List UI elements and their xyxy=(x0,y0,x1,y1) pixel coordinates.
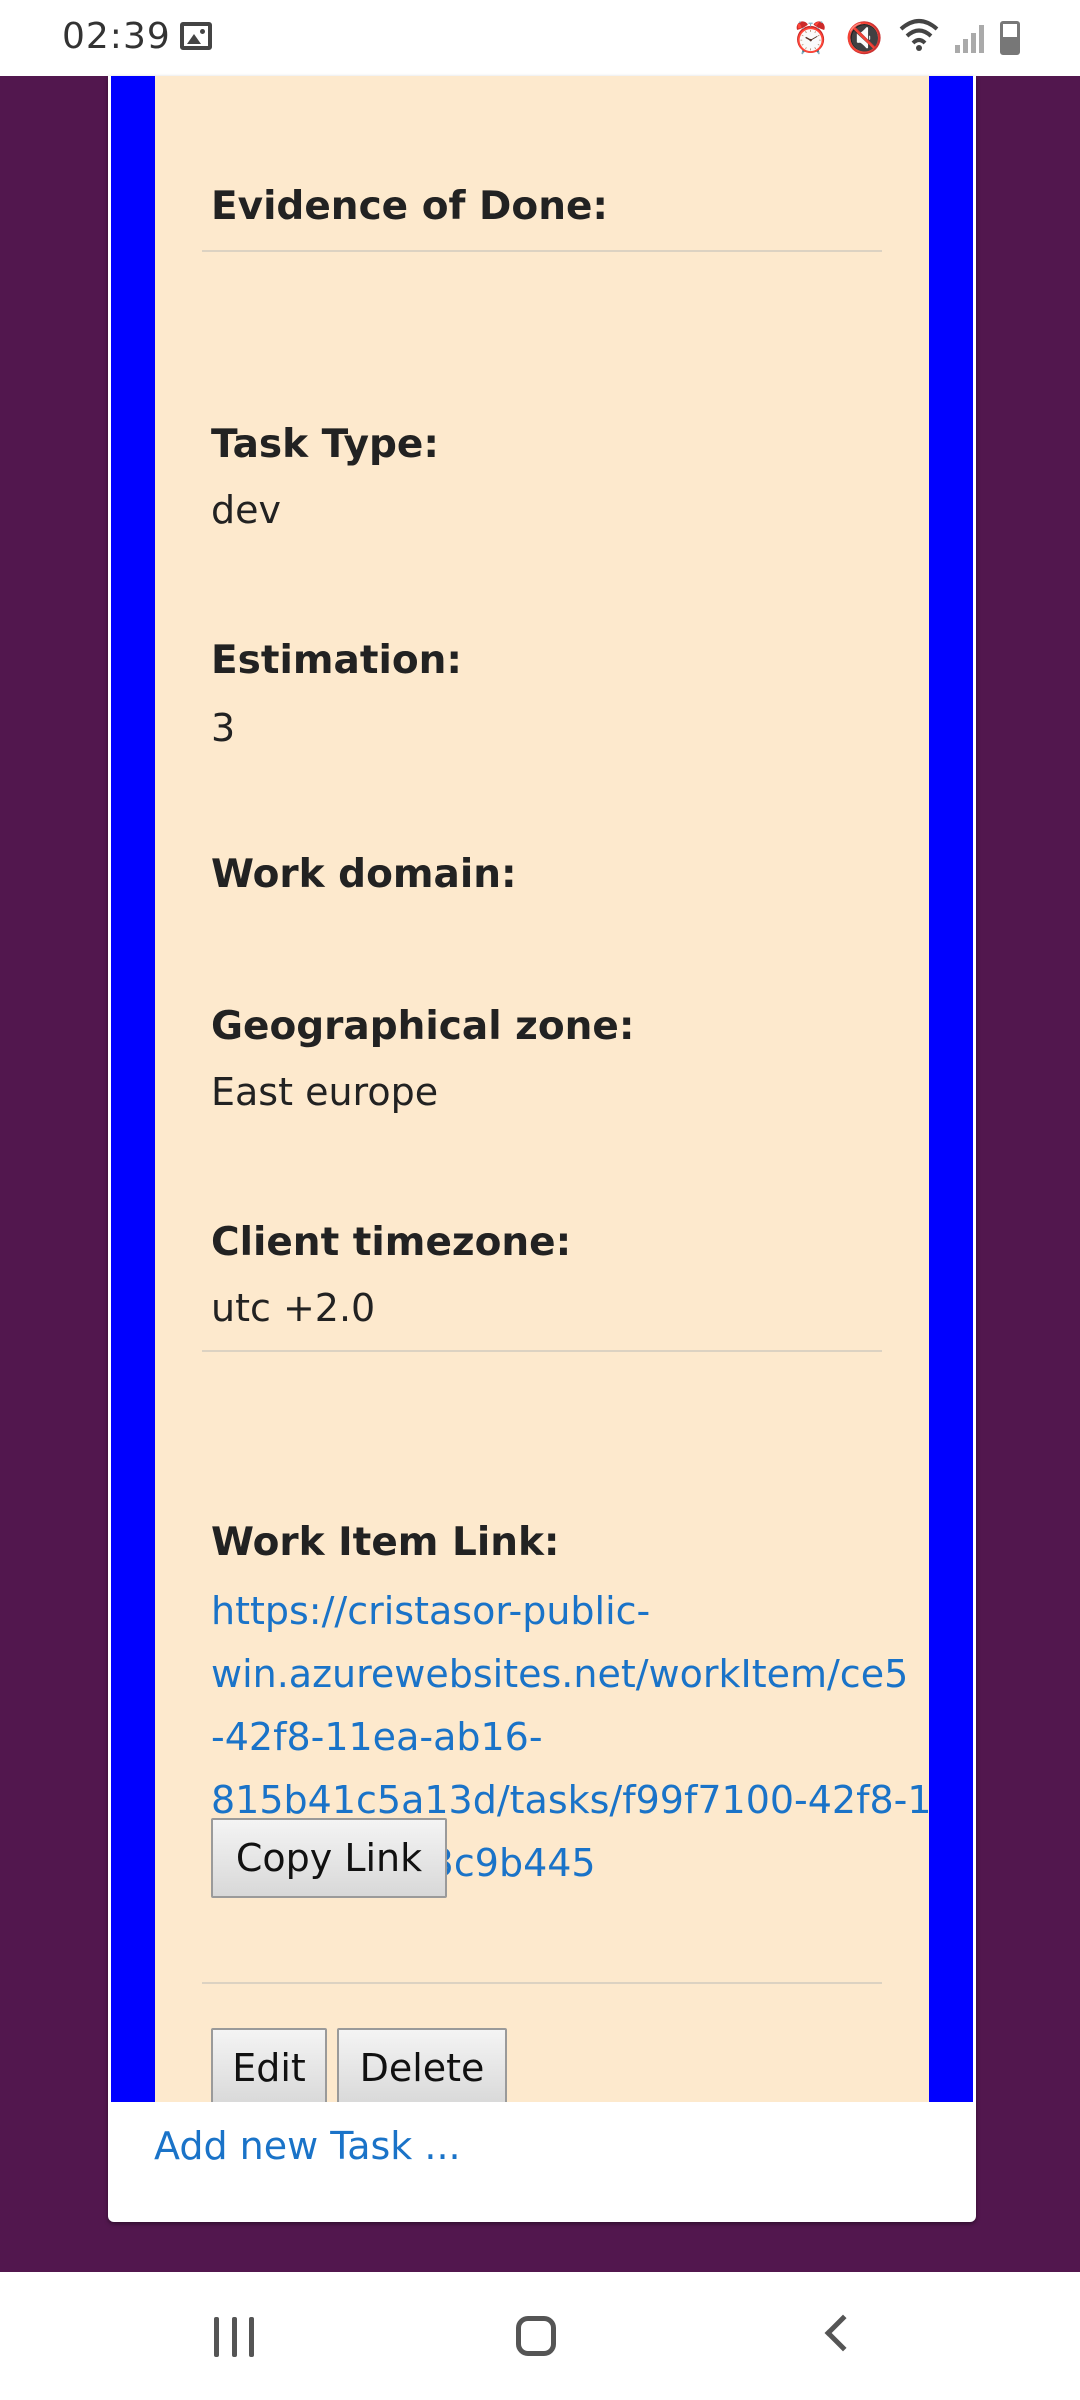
copy-link-button[interactable]: Copy Link xyxy=(211,1818,447,1898)
navigation-bar xyxy=(0,2272,1080,2400)
geographical-zone-label: Geographical zone: xyxy=(211,1004,635,1049)
status-icons: ⏰ 🔇 xyxy=(792,18,1020,58)
work-domain-label: Work domain: xyxy=(211,852,517,897)
client-timezone-value: utc +2.0 xyxy=(211,1286,376,1330)
back-icon[interactable] xyxy=(824,2314,862,2352)
divider xyxy=(202,250,882,252)
wifi-icon xyxy=(899,17,939,59)
estimation-value: 3 xyxy=(211,706,236,750)
divider xyxy=(202,1350,882,1352)
work-item-link-label: Work Item Link: xyxy=(211,1520,560,1565)
image-icon xyxy=(180,22,212,50)
recents-icon[interactable] xyxy=(214,2317,254,2357)
work-item-link-line[interactable]: win.azurewebsites.net/workItem/ce5 xyxy=(211,1643,929,1706)
work-item-link-line[interactable]: -42f8-11ea-ab16- xyxy=(211,1706,929,1769)
home-icon[interactable] xyxy=(516,2316,556,2356)
signal-icon xyxy=(955,23,984,53)
add-new-task-link[interactable]: Add new Task ... xyxy=(154,2124,461,2168)
divider xyxy=(202,1982,882,1984)
evidence-of-done-label: Evidence of Done: xyxy=(211,184,609,229)
task-details: Evidence of Done: Task Type: dev Estimat… xyxy=(155,76,929,2102)
work-item-link-line[interactable]: https://cristasor-public- xyxy=(211,1580,929,1643)
status-bar: 02:39 ⏰ 🔇 xyxy=(0,0,1080,76)
status-time: 02:39 xyxy=(62,16,171,57)
mute-icon: 🔇 xyxy=(845,20,883,56)
geographical-zone-value: East europe xyxy=(211,1070,439,1114)
edit-button[interactable]: Edit xyxy=(211,2028,327,2102)
task-type-value: dev xyxy=(211,488,281,532)
task-list-card: Evidence of Done: Task Type: dev Estimat… xyxy=(108,76,976,2222)
client-timezone-label: Client timezone: xyxy=(211,1220,572,1265)
delete-button[interactable]: Delete xyxy=(337,2028,507,2102)
task-frame: Evidence of Done: Task Type: dev Estimat… xyxy=(111,76,973,2102)
estimation-label: Estimation: xyxy=(211,638,462,683)
alarm-icon: ⏰ xyxy=(792,20,830,56)
battery-icon xyxy=(1000,21,1020,55)
task-type-label: Task Type: xyxy=(211,422,439,467)
